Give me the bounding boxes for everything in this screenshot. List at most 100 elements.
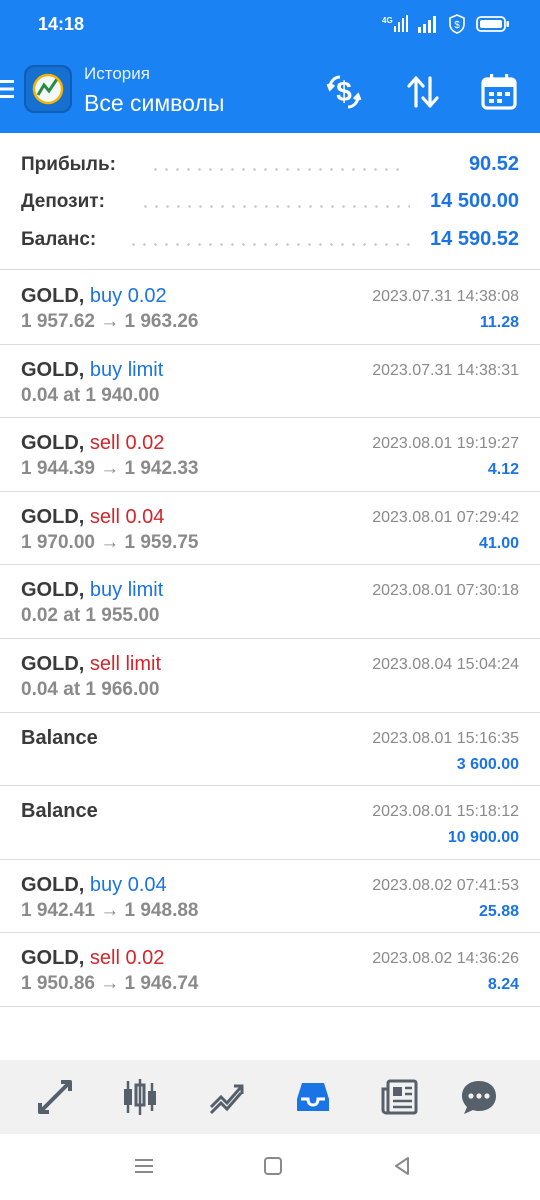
item-prices: 1 944.39 → 1 942.33 <box>21 458 199 480</box>
history-item[interactable]: GOLD, buy limit 0.02 at 1 955.00 2023.08.0… <box>0 565 540 639</box>
security-shield-icon: $ <box>449 14 465 34</box>
menu-icon[interactable] <box>0 76 14 102</box>
system-recents-button[interactable] <box>132 1154 156 1178</box>
app-root: 14:18 4G $ История Все символы $ Прибыль… <box>0 0 540 1200</box>
nav-chart[interactable] <box>118 1076 162 1118</box>
app-logo-icon[interactable] <box>24 65 72 113</box>
nav-quotes[interactable] <box>33 1076 77 1118</box>
chat-icon <box>462 1081 496 1114</box>
summary-label: Депозит: <box>21 191 105 212</box>
sort-icon <box>407 76 439 108</box>
system-back-button[interactable] <box>390 1154 414 1178</box>
calendar-icon <box>481 74 517 110</box>
summary-row-balance: Баланс: 14 590.52 <box>0 225 540 255</box>
item-title: GOLD, buy limit <box>21 579 163 602</box>
history-item[interactable]: GOLD, buy 0.02 1 957.62 → 1 963.26 2023.07… <box>0 271 540 345</box>
history-icon <box>297 1083 329 1111</box>
item-time: 2023.08.02 14:36:26 <box>372 950 519 968</box>
item-operation: sell 0.02 <box>89 947 165 970</box>
item-time: 2023.07.31 14:38:31 <box>372 361 519 379</box>
item-profit: 10 900.00 <box>447 829 519 847</box>
item-time: 2023.07.31 14:38:08 <box>372 288 519 305</box>
battery-icon <box>476 16 509 32</box>
history-item[interactable]: GOLD, sell 0.02 1 950.86 → 1 946.74 2023.0… <box>0 933 540 1007</box>
calendar-button[interactable] <box>477 70 521 114</box>
history-item[interactable]: GOLD, buy 0.04 1 942.41 → 1 948.88 2023.08… <box>0 860 540 934</box>
item-title: GOLD, buy 0.04 <box>21 874 167 897</box>
history-item[interactable]: Balance 2023.08.01 15:16:35 3 600.00 <box>0 713 540 787</box>
item-prices: 1 950.86 → 1 946.74 <box>21 973 199 995</box>
history-item[interactable]: GOLD, sell 0.02 1 944.39 → 1 942.33 2023.0… <box>0 418 540 492</box>
system-home-button[interactable] <box>261 1154 285 1178</box>
chart-icon <box>124 1079 156 1115</box>
item-title: GOLD, sell 0.04 <box>21 506 164 529</box>
system-navigation-bar <box>0 1134 540 1200</box>
nav-chat[interactable] <box>457 1076 501 1118</box>
item-profit: 11.28 <box>479 314 519 331</box>
item-operation: sell 0.04 <box>89 505 165 528</box>
item-symbol: GOLD, <box>21 358 85 381</box>
status-time: 14:18 <box>38 14 85 34</box>
news-icon <box>381 1079 418 1115</box>
item-symbol: Balance <box>21 800 98 823</box>
history-item[interactable]: GOLD, buy limit 0.04 at 1 940.00 2023.07.3… <box>0 345 540 419</box>
item-time: 2023.08.01 15:18:12 <box>372 803 519 821</box>
item-profit: 25.88 <box>478 902 519 920</box>
item-profit: 8.24 <box>487 976 519 994</box>
item-symbol: GOLD, <box>21 947 85 970</box>
item-title: Balance <box>21 727 98 750</box>
summary-dots <box>150 168 400 171</box>
status-bar: 14:18 4G $ <box>0 0 540 48</box>
home-square-icon <box>264 1157 282 1175</box>
item-prices: 0.04 at 1 966.00 <box>21 678 160 700</box>
currency-exchange-button[interactable]: $ <box>322 70 366 114</box>
item-title: GOLD, sell limit <box>21 653 161 676</box>
item-title: Balance <box>21 800 98 823</box>
summary-row-profit: Прибыль: 90.52 <box>0 150 540 180</box>
item-title: GOLD, buy 0.02 <box>21 285 167 308</box>
item-symbol: GOLD, <box>21 432 85 455</box>
svg-text:$: $ <box>336 76 352 107</box>
bottom-navigation <box>0 1060 540 1134</box>
item-time: 2023.08.01 07:29:42 <box>372 508 519 526</box>
item-symbol: GOLD, <box>21 873 85 896</box>
item-symbol: GOLD, <box>21 652 85 675</box>
summary-dots <box>140 205 410 208</box>
item-title: GOLD, buy limit <box>21 359 163 382</box>
history-item[interactable]: Balance 2023.08.01 15:18:12 10 900.00 <box>0 786 540 860</box>
status-icons: 4G $ <box>382 12 510 36</box>
nav-trade[interactable] <box>205 1076 249 1118</box>
toolbar: История Все символы $ <box>0 48 540 133</box>
item-profit: 41.00 <box>478 534 519 552</box>
item-symbol: GOLD, <box>21 505 85 528</box>
toolbar-title[interactable]: Все символы <box>84 90 224 117</box>
item-time: 2023.08.01 15:16:35 <box>372 729 519 747</box>
summary-dots <box>128 243 410 246</box>
item-title: GOLD, sell 0.02 <box>21 432 164 455</box>
item-title: GOLD, sell 0.02 <box>21 947 164 970</box>
summary-value: 14 590.52 <box>430 228 519 250</box>
item-prices: 1 970.00 → 1 959.75 <box>21 531 199 553</box>
account-summary: Прибыль: 90.52 Депозит: 14 500.00 Баланс… <box>0 133 540 270</box>
item-operation: sell 0.02 <box>89 432 165 455</box>
summary-value: 14 500.00 <box>430 190 519 212</box>
history-item[interactable]: GOLD, sell 0.04 1 970.00 → 1 959.75 2023.0… <box>0 492 540 566</box>
item-time: 2023.08.01 19:19:27 <box>372 435 519 453</box>
toolbar-subtitle: История <box>84 64 150 83</box>
history-list: GOLD, buy 0.02 1 957.62 → 1 963.26 2023.07… <box>0 271 540 1007</box>
item-prices: 1 957.62 → 1 963.26 <box>21 311 199 332</box>
signal-bars-icon <box>418 16 436 33</box>
nav-history[interactable] <box>291 1076 335 1118</box>
item-time: 2023.08.02 07:41:53 <box>372 876 519 894</box>
history-item[interactable]: GOLD, sell limit 0.04 at 1 966.00 2023.08.… <box>0 639 540 713</box>
quotes-icon <box>38 1080 72 1114</box>
item-symbol: GOLD, <box>21 579 85 602</box>
signal-4g-icon: 4G <box>382 15 408 32</box>
sort-button[interactable] <box>401 70 445 114</box>
item-prices: 1 942.41 → 1 948.88 <box>21 899 199 921</box>
nav-news[interactable] <box>378 1076 422 1118</box>
header: 14:18 4G $ История Все символы $ <box>0 0 540 133</box>
svg-text:$: $ <box>454 20 460 31</box>
summary-label: Прибыль: <box>21 154 116 175</box>
item-symbol: Balance <box>21 726 98 749</box>
